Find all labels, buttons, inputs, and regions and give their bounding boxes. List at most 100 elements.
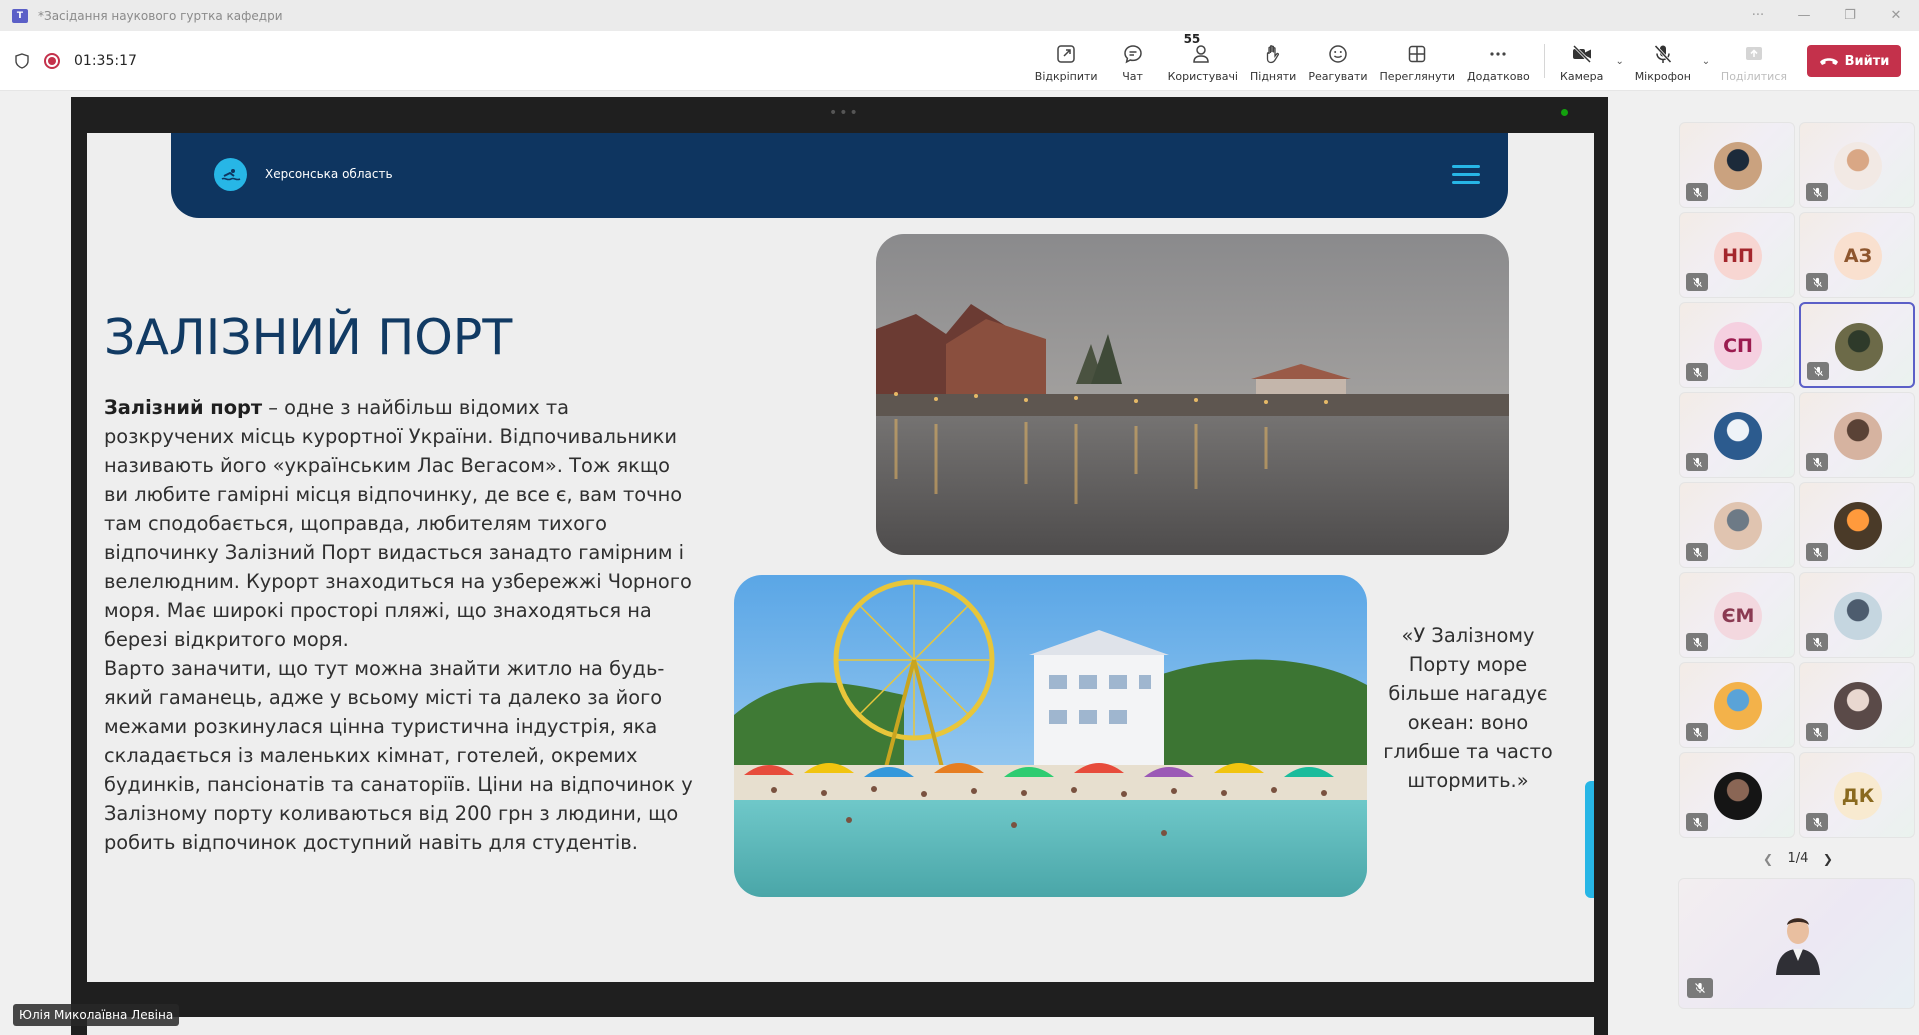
people-button[interactable]: 55 Користувачі: [1162, 31, 1244, 91]
unpin-label: Відкріпити: [1034, 70, 1098, 83]
camera-label: Камера: [1560, 70, 1604, 83]
participant-tile[interactable]: НП: [1679, 212, 1795, 298]
participant-tile[interactable]: [1799, 662, 1915, 748]
presentation-slide: Херсонська область ЗАЛІЗНИЙ ПОРТ Залізни…: [87, 133, 1594, 982]
participant-photo-avatar: [1834, 592, 1882, 640]
participant-tile[interactable]: [1799, 392, 1915, 478]
gallery-next-icon[interactable]: ❯: [1823, 852, 1833, 866]
chat-button[interactable]: Чат: [1104, 31, 1162, 91]
share-label: Поділитися: [1720, 70, 1787, 83]
participant-tile[interactable]: [1679, 482, 1795, 568]
view-label: Переглянути: [1379, 70, 1456, 83]
participant-mic-muted-icon: [1686, 183, 1708, 201]
hamburger-menu-icon: [1452, 165, 1480, 185]
participant-mic-muted-icon: [1806, 723, 1828, 741]
microphone-button[interactable]: Мікрофон: [1629, 31, 1697, 91]
meeting-toolbar: 01:35:17 Відкріпити Чат 55 Користувачі П…: [0, 31, 1919, 91]
mic-options-chevron-icon[interactable]: ⌄: [1697, 31, 1715, 91]
camera-options-chevron-icon[interactable]: ⌄: [1611, 31, 1629, 91]
participant-photo-avatar: [1834, 682, 1882, 730]
participant-tile[interactable]: СП: [1679, 302, 1795, 388]
slide-navbar: Херсонська область: [171, 133, 1508, 218]
window-close-button[interactable]: ✕: [1873, 0, 1919, 31]
participant-initials-avatar: СП: [1714, 322, 1762, 370]
participant-mic-muted-icon: [1686, 453, 1708, 471]
more-button[interactable]: Додатково: [1461, 31, 1536, 91]
chat-label: Чат: [1122, 70, 1143, 83]
presenter-active-indicator: [1561, 109, 1568, 116]
participant-tile[interactable]: ЄМ: [1679, 572, 1795, 658]
more-icon: [1490, 52, 1506, 56]
beach-ferris-wheel-photo: [734, 575, 1367, 897]
participant-tile[interactable]: [1799, 572, 1915, 658]
participant-photo-avatar: [1714, 682, 1762, 730]
stage-options-icon[interactable]: •••: [829, 105, 860, 121]
participant-photo-avatar: [1714, 142, 1762, 190]
gallery-page-indicator: 1/4: [1787, 851, 1809, 866]
participant-tile[interactable]: [1799, 122, 1915, 208]
teams-logo-icon: T: [12, 8, 28, 23]
participant-tile[interactable]: [1799, 302, 1915, 388]
window-restore-button[interactable]: ❐: [1827, 0, 1873, 31]
participant-initials-avatar: ЄМ: [1714, 592, 1762, 640]
more-label: Додатково: [1467, 70, 1530, 83]
slide-accent-bar: [1585, 781, 1594, 898]
gallery-prev-icon[interactable]: ❮: [1763, 852, 1773, 866]
leave-label: Вийти: [1844, 53, 1890, 69]
presenter-name-tag: Юлія Миколаївна Левіна: [13, 1004, 180, 1026]
recording-icon: [44, 53, 60, 69]
slide-quote: «У Залізному Порту море більше нагадує о…: [1383, 624, 1553, 792]
window-title: *Засідання наукового гуртка кафедри: [38, 8, 283, 23]
evening-resort-photo: [876, 234, 1509, 555]
window-controls: ··· — ❐ ✕: [1735, 0, 1919, 31]
shield-icon: [15, 53, 29, 69]
mic-off-icon: [1654, 44, 1672, 64]
participant-initials-avatar: ДК: [1834, 772, 1882, 820]
people-count: 55: [1183, 32, 1201, 46]
self-video-tile[interactable]: [1678, 878, 1915, 1009]
participant-mic-muted-icon: [1806, 273, 1828, 291]
participant-photo-avatar: [1714, 772, 1762, 820]
slide-title: ЗАЛІЗНИЙ ПОРТ: [104, 309, 513, 366]
react-label: Реагувати: [1308, 70, 1368, 83]
people-icon: [1193, 45, 1209, 63]
window-minimize-button[interactable]: —: [1781, 0, 1827, 31]
participant-mic-muted-icon: [1806, 633, 1828, 651]
participant-mic-muted-icon: [1686, 543, 1708, 561]
slide-body-paragraph-2: Варто заначити, що тут можна знайти житл…: [104, 657, 693, 854]
participant-mic-muted-icon: [1806, 183, 1828, 201]
chat-icon: [1123, 45, 1142, 64]
participant-mic-muted-icon: [1686, 363, 1708, 381]
slide-body-bold: Залізний порт: [104, 396, 263, 419]
participant-mic-muted-icon: [1807, 362, 1829, 380]
participant-tile[interactable]: АЗ: [1799, 212, 1915, 298]
unpin-button[interactable]: Відкріпити: [1029, 31, 1104, 91]
self-mic-muted-icon: [1687, 978, 1713, 998]
share-button[interactable]: Поділитися: [1715, 31, 1793, 91]
window-more-icon[interactable]: ···: [1735, 0, 1781, 31]
participant-tile[interactable]: [1679, 662, 1795, 748]
participant-tile[interactable]: ДК: [1799, 752, 1915, 838]
participant-tile[interactable]: [1679, 392, 1795, 478]
slide-region-label: Херсонська область: [265, 167, 393, 181]
participant-tile[interactable]: [1679, 122, 1795, 208]
next-slide-edge: [87, 1017, 1594, 1035]
shared-content-stage: ••• Херсонська область ЗАЛІЗНИЙ ПОРТ Зал…: [71, 97, 1608, 1035]
view-button[interactable]: Переглянути: [1374, 31, 1461, 91]
raise-hand-button[interactable]: Підняти: [1244, 31, 1302, 91]
leave-button[interactable]: Вийти: [1807, 45, 1901, 77]
participant-mic-muted-icon: [1686, 633, 1708, 651]
participant-tile[interactable]: [1679, 752, 1795, 838]
grid-icon: [1409, 45, 1426, 63]
hand-icon: [1267, 45, 1280, 64]
participant-tile[interactable]: [1799, 482, 1915, 568]
participant-photo-avatar: [1835, 323, 1883, 371]
participant-photo-avatar: [1834, 412, 1882, 460]
participant-photo-avatar: [1834, 142, 1882, 190]
hang-up-icon: [1819, 58, 1838, 65]
gallery-pager: ❮ 1/4 ❯: [1763, 851, 1833, 866]
participant-photo-avatar: [1834, 502, 1882, 550]
react-button[interactable]: Реагувати: [1302, 31, 1373, 91]
self-avatar: [1776, 918, 1820, 975]
camera-button[interactable]: Камера: [1553, 31, 1611, 91]
